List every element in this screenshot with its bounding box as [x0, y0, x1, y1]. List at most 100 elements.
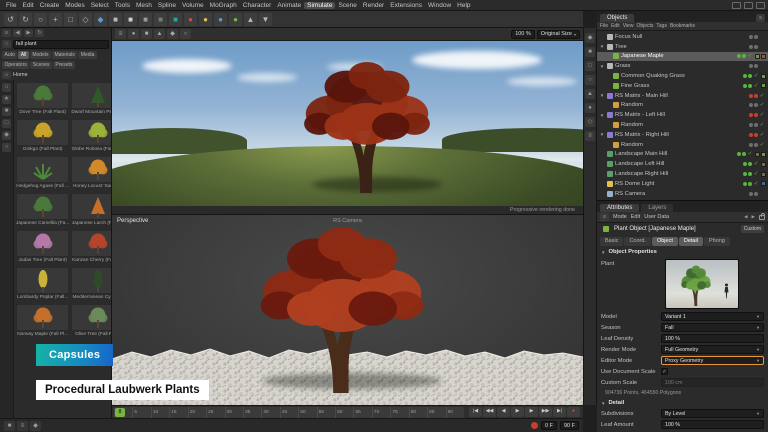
object-row[interactable]: ▼ Grass	[597, 61, 768, 71]
recent-icon[interactable]: ◆	[2, 131, 11, 140]
mode-label[interactable]: Mode	[613, 214, 627, 220]
visibility-dot[interactable]	[754, 45, 758, 49]
reload-icon[interactable]: ↻	[35, 29, 44, 37]
object-row[interactable]: ▼ RS Matrix - Right Hill ✓	[597, 130, 768, 140]
attr-tab-basic[interactable]: Basic	[600, 237, 623, 246]
layout-preset-icon[interactable]	[732, 2, 741, 9]
filter-operators[interactable]: Operators	[2, 61, 29, 69]
timeline-tick[interactable]: 10	[151, 407, 169, 418]
object-row[interactable]: Common Quaking Grass ✓	[597, 71, 768, 81]
asset-item[interactable]: Judas Tree (Fall Plant)	[16, 230, 69, 265]
folder-icon[interactable]: □	[2, 119, 11, 128]
menu-tools[interactable]: Tools	[112, 2, 133, 9]
om-menu-view[interactable]: View	[623, 23, 634, 29]
playhead[interactable]: 0	[115, 408, 125, 417]
menu-volume[interactable]: Volume	[179, 2, 207, 9]
asset-item[interactable]: Lombardy Poplar (Fall...	[16, 267, 69, 302]
object-row[interactable]: RS Camera	[597, 189, 768, 199]
mode-menu-icon[interactable]: ≡	[600, 213, 609, 221]
collapse-triangle-icon[interactable]: ▼	[601, 250, 605, 255]
enabled-check[interactable]: ✓	[746, 151, 754, 157]
enabled-check[interactable]: ✓	[752, 181, 760, 187]
zoom-level[interactable]: 100 %	[511, 30, 535, 39]
next-frame-button[interactable]: ▶	[525, 407, 538, 417]
grid-icon[interactable]: ■	[585, 47, 595, 57]
menu-render[interactable]: Render	[360, 2, 387, 9]
attr-tab-coord[interactable]: Coord.	[624, 237, 651, 246]
history-forward-icon[interactable]: ▶	[752, 214, 755, 220]
object-row[interactable]: Fine Grass ✓	[597, 81, 768, 91]
asset-thumbnail[interactable]	[16, 304, 69, 331]
tag-icon[interactable]	[761, 152, 766, 157]
panel-menu-icon[interactable]	[756, 2, 765, 9]
menu-help[interactable]: Help	[454, 2, 473, 9]
material-manager-icon[interactable]: ■	[4, 421, 15, 431]
visibility-dot[interactable]	[754, 192, 758, 196]
asset-thumbnail[interactable]	[71, 119, 111, 146]
filter-auto[interactable]: Auto	[2, 51, 17, 59]
asset-thumbnail[interactable]	[16, 193, 69, 220]
object-row[interactable]: Focus Null	[597, 32, 768, 42]
enabled-check[interactable]: ✓	[752, 161, 760, 167]
simulation-soft-body-icon[interactable]: ●	[229, 13, 242, 26]
edit-menu[interactable]: Edit	[631, 214, 640, 220]
asset-thumbnail[interactable]	[16, 156, 69, 183]
live-selection-icon[interactable]: ○	[34, 13, 47, 26]
timeline-tick[interactable]: 85	[427, 407, 445, 418]
menu-extensions[interactable]: Extensions	[387, 2, 425, 9]
object-row[interactable]: Landscape Right Hill ✓	[597, 169, 768, 179]
viewport-label[interactable]: Perspective	[117, 218, 148, 224]
render-settings-icon[interactable]: ■	[154, 13, 167, 26]
filter-media[interactable]: Media	[78, 51, 97, 59]
rotate-tool-icon[interactable]: ◇	[79, 13, 92, 26]
tag-icon[interactable]	[755, 54, 760, 59]
model-dropdown[interactable]: Variant 1▼	[661, 312, 764, 321]
simulation-balloon-icon[interactable]: ●	[184, 13, 197, 26]
snap-icon[interactable]: ◆	[585, 33, 595, 43]
subdivisions-dropdown[interactable]: By Level▼	[661, 409, 764, 418]
object-row[interactable]: Japanese Maple ✓	[597, 52, 768, 62]
timeline-tick[interactable]: 65	[353, 407, 371, 418]
asset-thumbnail[interactable]	[71, 156, 111, 183]
timeline-tick[interactable]: 80	[409, 407, 427, 418]
timeline-tick[interactable]: 70	[372, 407, 390, 418]
autokey-record-icon[interactable]	[531, 422, 538, 429]
axis-lock-icon[interactable]: ◆	[94, 13, 107, 26]
visibility-dot[interactable]	[749, 103, 753, 107]
hamburger-icon[interactable]: ≡	[2, 29, 11, 37]
menu-simulate[interactable]: Simulate	[304, 2, 335, 9]
render-mode-dropdown[interactable]: Full Geometry▼	[661, 345, 764, 354]
model-mode-icon[interactable]: ▲	[244, 13, 257, 26]
menu-scene[interactable]: Scene	[335, 2, 359, 9]
visibility-dot[interactable]	[743, 162, 747, 166]
timeline-tick[interactable]: 55	[317, 407, 335, 418]
previous-key-button[interactable]: ◀◀	[483, 407, 496, 417]
asset-item[interactable]: Japanese Larch (Fall P...	[71, 193, 111, 228]
timeline-tick[interactable]: 25	[206, 407, 224, 418]
menu-window[interactable]: Window	[425, 2, 454, 9]
menu-mograph[interactable]: MoGraph	[207, 2, 240, 9]
asset-thumbnail[interactable]	[71, 82, 111, 109]
asset-search-input[interactable]	[13, 40, 109, 49]
attr-tab-phong[interactable]: Phong	[704, 237, 730, 246]
custom-button[interactable]: Custom	[741, 225, 764, 233]
asset-item[interactable]: Globe Robinia (Fall Pla...	[71, 119, 111, 154]
tag-icon[interactable]	[761, 181, 766, 186]
timeline-tick[interactable]: 50	[298, 407, 316, 418]
redo-icon[interactable]: ↻	[19, 13, 32, 26]
render-to-picture-viewer-icon[interactable]: ■	[139, 13, 152, 26]
timeline-tick[interactable]: 90	[446, 407, 464, 418]
asset-thumbnail[interactable]	[71, 267, 111, 294]
database-icon[interactable]: ■	[2, 107, 11, 116]
visibility-dot[interactable]	[749, 133, 753, 137]
collapse-triangle-icon[interactable]: ▼	[601, 401, 605, 406]
expand-arrow-icon[interactable]: ▼	[599, 44, 605, 49]
visibility-dot[interactable]	[749, 45, 753, 49]
asset-item[interactable]: Norway Maple (Fall Pl...	[16, 304, 69, 339]
mirror-icon[interactable]: ◇	[585, 117, 595, 127]
filter-models[interactable]: Models	[30, 51, 51, 59]
custom-scale-input[interactable]: 100 cm	[661, 378, 764, 387]
back-icon[interactable]: ◀	[13, 29, 22, 37]
menu-animate[interactable]: Animate	[274, 2, 304, 9]
om-menu-tags[interactable]: Tags	[656, 23, 667, 29]
